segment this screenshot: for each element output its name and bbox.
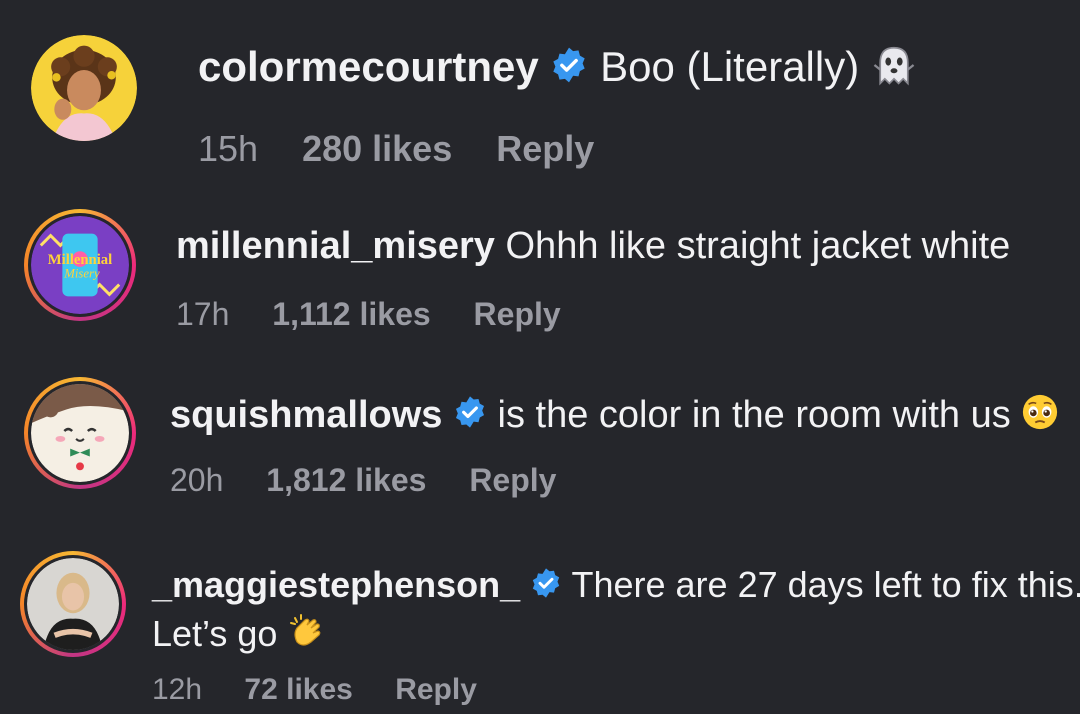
avatar-image-millennial-misery: Millennial Misery [31,216,129,314]
timestamp: 17h [176,296,230,332]
likes-count[interactable]: 280 likes [302,128,452,169]
comment-meta: 17h 1,112 likes Reply [176,296,595,333]
avatar-image-maggiestephenson [27,558,119,650]
likes-count[interactable]: 1,812 likes [266,462,426,498]
comment-body: There are 27 days left to fix this. [571,564,1080,605]
verified-badge-icon [530,566,562,608]
reply-button[interactable]: Reply [496,128,594,169]
comment-body: Boo (Literally) [600,43,860,91]
comment-text: colormecourtney Boo (Literally) [198,42,917,98]
likes-count[interactable]: 1,112 likes [272,296,430,332]
comment-meta: 12h 72 likes Reply [152,673,511,707]
avatar-image-colormecourtney [31,35,137,141]
avatar-logo-text: Millennial [48,252,112,268]
avatar-image-squishmallows [31,384,129,482]
timestamp: 20h [170,462,224,498]
comment-text: millennial_misery Ohhh like straight jac… [176,225,1010,268]
verified-badge-icon [550,46,588,94]
username[interactable]: millennial_misery [176,225,495,267]
ghost-icon [871,42,917,98]
comment-body: is the color in the room with us [497,394,1011,437]
pleading-face-icon [1021,393,1059,441]
avatar[interactable] [31,35,137,141]
likes-count[interactable]: 72 likes [244,673,352,706]
avatar[interactable]: Millennial Misery [24,209,136,321]
comment-body: Let’s go [152,613,278,655]
timestamp: 15h [198,128,259,169]
comment-text-line2: Let’s go [152,612,327,661]
timestamp: 12h [152,673,203,706]
comment-text: _maggiestephenson_ There are 27 days lef… [152,564,1080,608]
avatar[interactable] [20,551,126,657]
username[interactable]: squishmallows [170,394,442,436]
username[interactable]: colormecourtney [198,43,539,90]
reply-button[interactable]: Reply [469,462,556,498]
comment-meta: 15h 280 likes Reply [198,128,628,170]
clapping-hands-icon [287,612,327,661]
comment-body: Ohhh like straight jacket white [505,225,1011,267]
avatar-logo-text: Misery [63,267,100,281]
reply-button[interactable]: Reply [395,673,477,706]
comment-text: squishmallows is the color in the room w… [170,393,1059,441]
username[interactable]: _maggiestephenson_ [152,564,520,605]
comment-meta: 20h 1,812 likes Reply [170,462,590,499]
avatar[interactable] [24,377,136,489]
reply-button[interactable]: Reply [474,296,561,332]
verified-badge-icon [453,395,487,439]
